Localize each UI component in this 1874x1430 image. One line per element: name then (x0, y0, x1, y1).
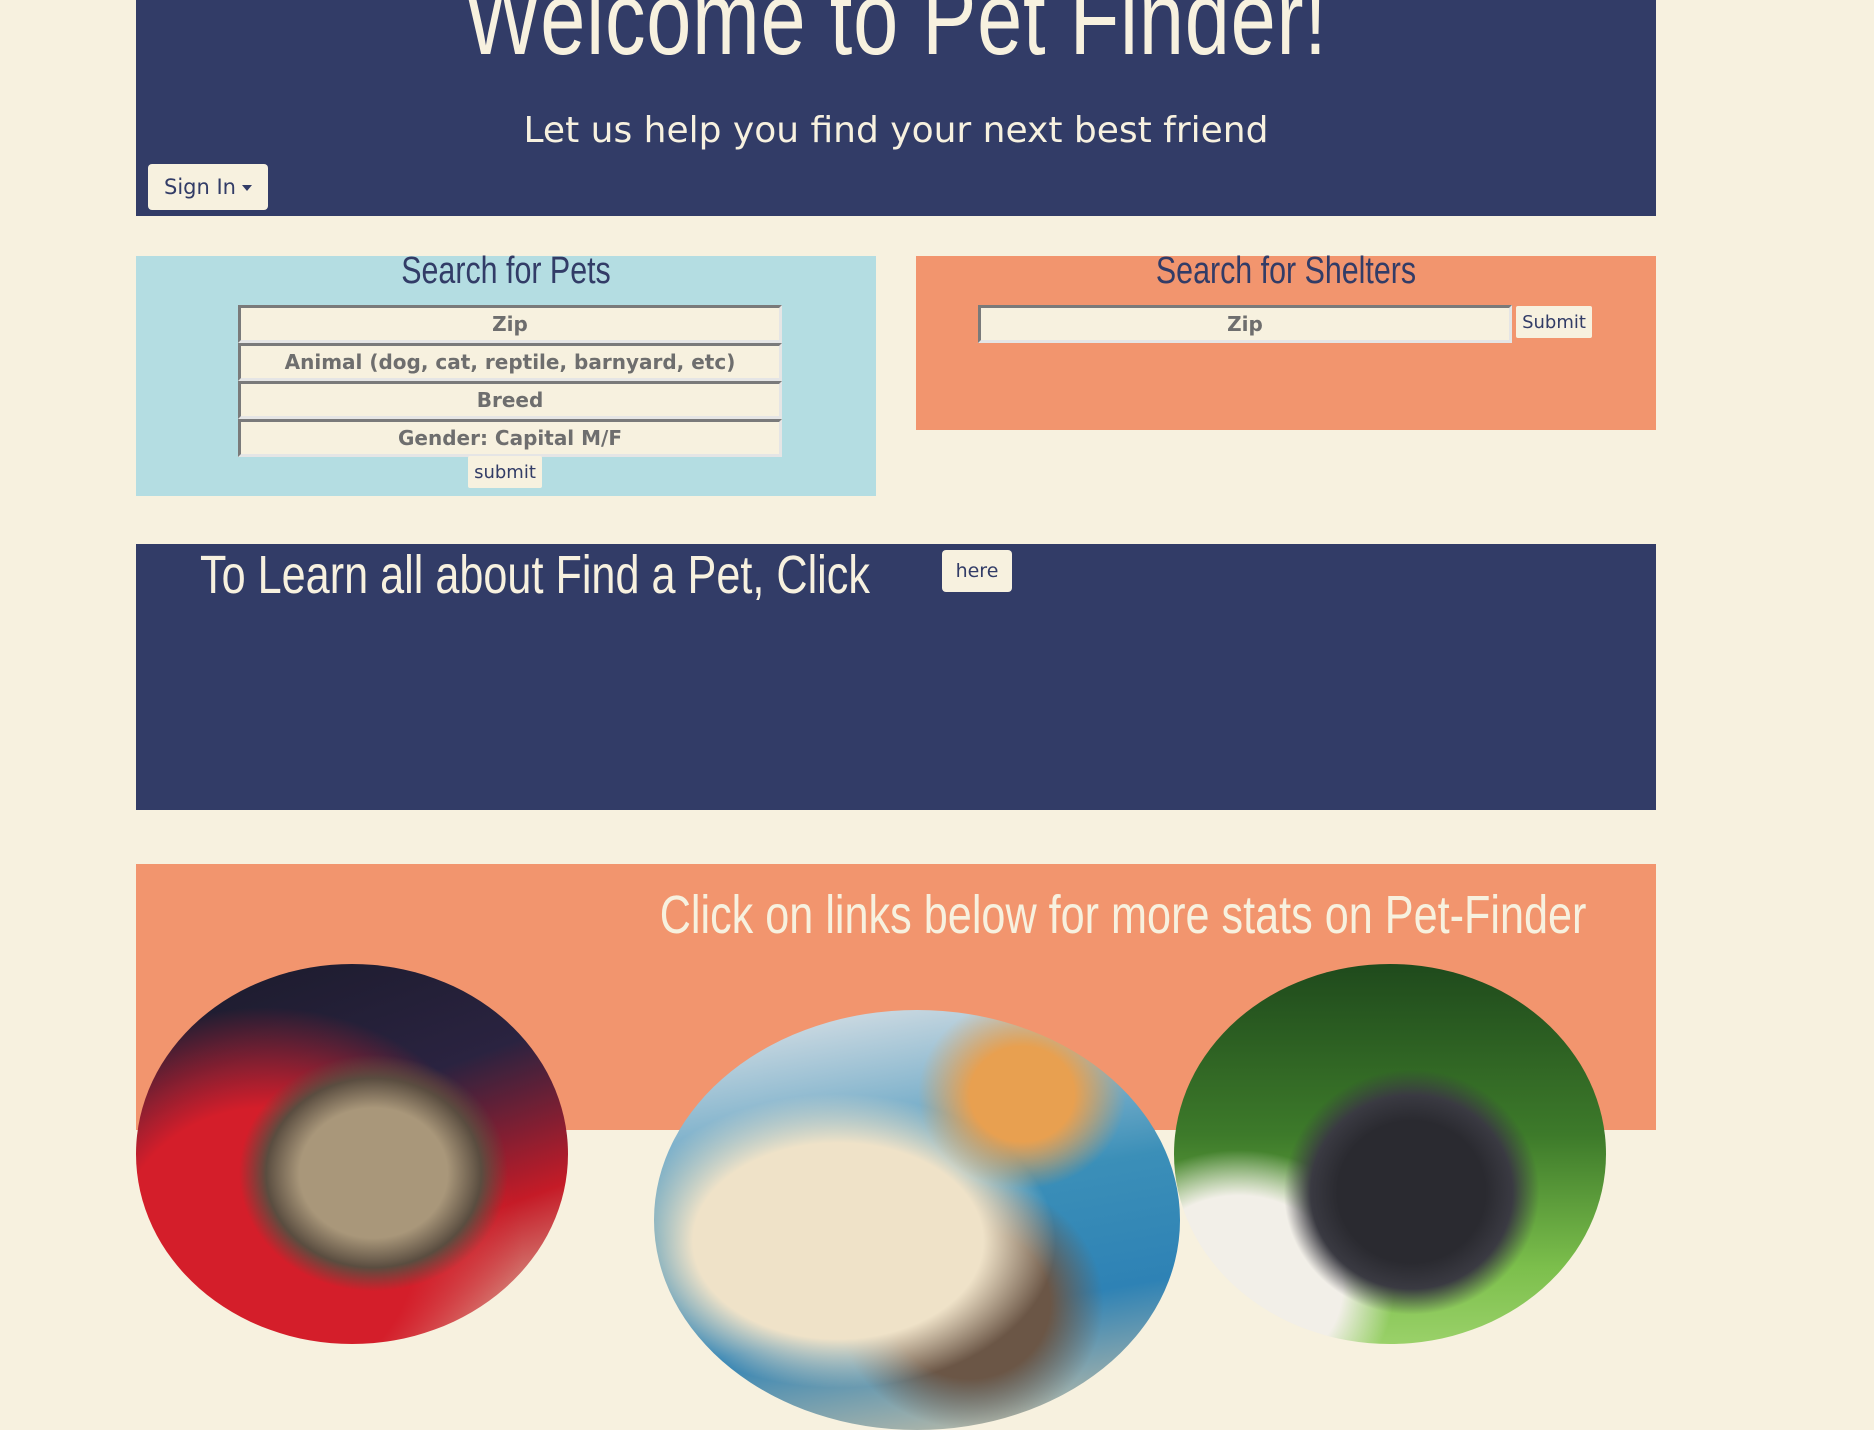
pug-photo-link[interactable] (136, 964, 568, 1344)
sign-in-dropdown-button[interactable]: Sign In (148, 164, 268, 210)
caret-down-icon (241, 185, 252, 191)
page-title: Welcome to Pet Finder! (464, 0, 1328, 77)
sign-in-label: Sign In (164, 175, 236, 199)
pets-search-title: Search for Pets (401, 250, 611, 292)
shelters-search-panel: Search for Shelters Submit (916, 250, 1656, 430)
pets-breed-input[interactable] (238, 381, 782, 419)
bunny-photo-link[interactable] (1174, 964, 1606, 1344)
page-subtitle: Let us help you find your next best frie… (523, 110, 1269, 151)
dog-and-cat-photo-link[interactable] (654, 1010, 1180, 1430)
shelters-zip-input[interactable] (978, 305, 1512, 343)
pets-animal-input[interactable] (238, 343, 782, 381)
pets-zip-input[interactable] (238, 305, 782, 343)
learn-more-text: To Learn all about Find a Pet, Click (200, 545, 870, 605)
pets-gender-input[interactable] (238, 419, 782, 457)
pets-submit-button[interactable]: submit (468, 456, 542, 488)
header-banner: Welcome to Pet Finder! Let us help you f… (136, 0, 1656, 216)
learn-more-button[interactable]: here (942, 550, 1012, 592)
pets-search-panel: Search for Pets submit (136, 250, 876, 496)
shelters-search-title: Search for Shelters (1155, 250, 1417, 292)
stats-heading: Click on links below for more stats on P… (659, 885, 1586, 945)
learn-more-banner: To Learn all about Find a Pet, Click her… (136, 544, 1656, 810)
shelters-submit-button[interactable]: Submit (1516, 306, 1592, 338)
